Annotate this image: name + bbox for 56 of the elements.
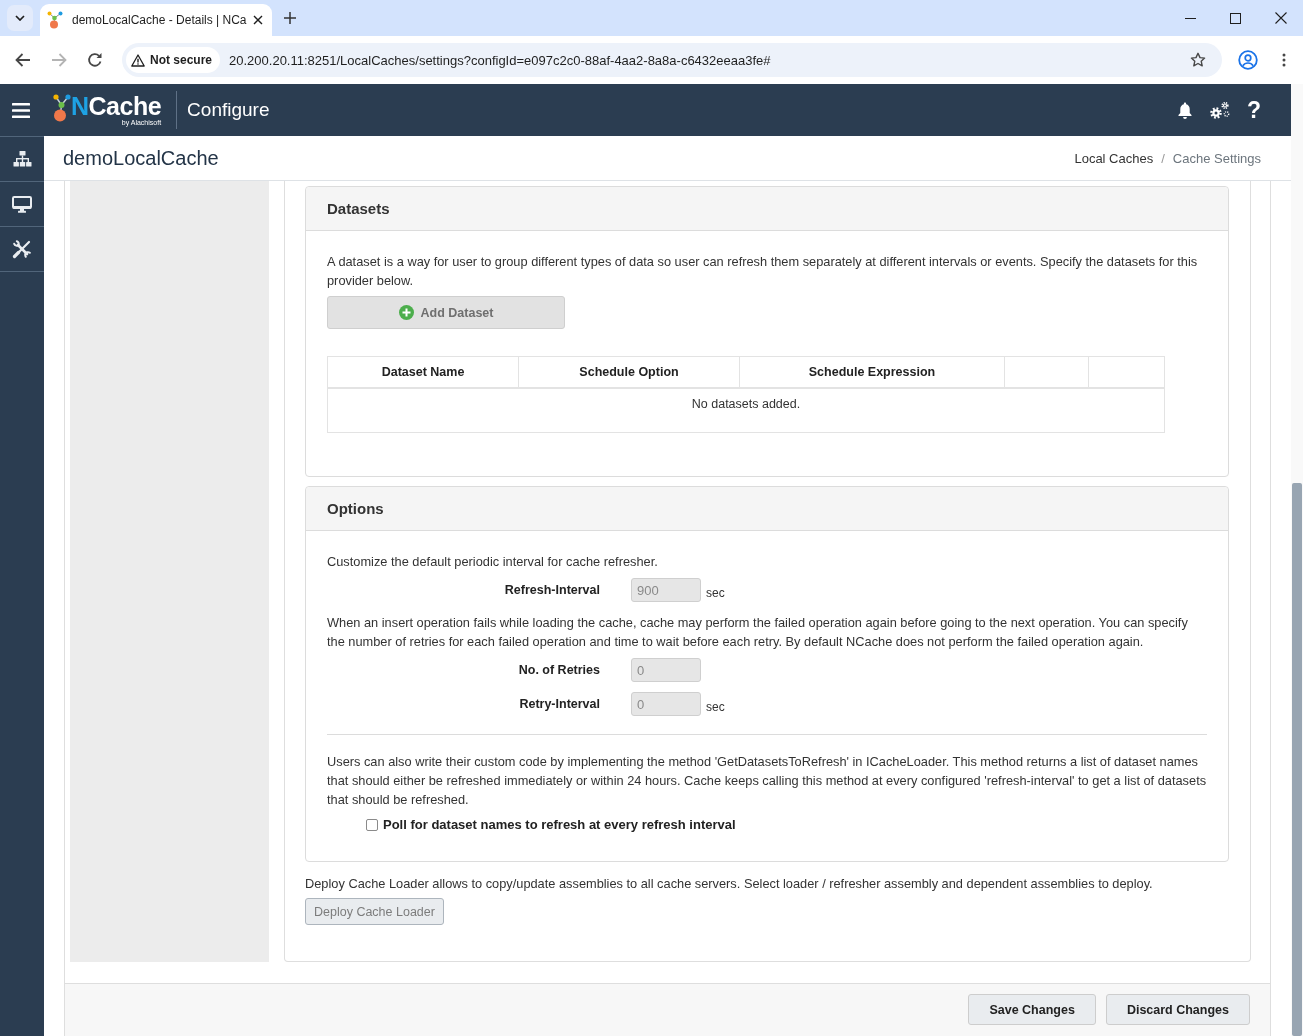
card-header: Options bbox=[306, 487, 1228, 531]
description-text: A dataset is a way for user to group different types of data so user can refresh them separately at different intervals or events. Specify the datasets for this provider below. bbox=[327, 253, 1199, 290]
plus-circle-icon bbox=[398, 305, 414, 320]
add-dataset-button[interactable]: Add Dataset bbox=[327, 296, 565, 329]
browser-tab[interactable]: demoLocalCache - Details | NCa bbox=[40, 4, 272, 36]
warning-icon bbox=[131, 53, 145, 67]
column-header: Dataset Name bbox=[327, 356, 519, 388]
column-header: Schedule Option bbox=[518, 356, 740, 388]
tab-title: demoLocalCache - Details | NCa bbox=[72, 13, 248, 27]
description-text: Deploy Cache Loader allows to copy/update assemblies to all cache servers. Select loader / refresher assembly and dependent assemblies to deploy. bbox=[305, 875, 1154, 893]
network-icon[interactable] bbox=[12, 151, 32, 167]
breadcrumb-link[interactable]: Local Caches bbox=[1074, 150, 1154, 166]
footer-button[interactable]: Discard Changes bbox=[1105, 994, 1250, 1025]
star-icon[interactable] bbox=[1190, 52, 1206, 68]
page-title: demoLocalCache bbox=[63, 146, 219, 170]
section-title: Configure bbox=[187, 99, 270, 121]
tools-icon[interactable] bbox=[12, 239, 32, 259]
close-icon[interactable] bbox=[1274, 12, 1287, 24]
unit-label: sec bbox=[706, 699, 725, 714]
description-text: Users can also write their custom code by implementing the method 'GetDatasetsToRefresh' in ICacheLoader. This method returns a list of dataset names that should either be refreshed immediately or within 24 hours. Cache keeps calling this method at every configured 'refresh-interval' to get a list of datasets that should be refreshed. bbox=[327, 753, 1207, 809]
unit-label: sec bbox=[706, 585, 725, 600]
breadcrumb-current: Cache Settings bbox=[1172, 150, 1261, 166]
gears-icon[interactable] bbox=[1208, 100, 1230, 120]
nodes-icon bbox=[53, 93, 71, 122]
checkbox[interactable] bbox=[366, 818, 378, 831]
field-label: Retry-Interval bbox=[518, 697, 600, 711]
url-text: 20.200.20.11:8251/LocalCaches/settings?configId=e097c2c0-88af-4aa2-8a8a-c6432eeaa3fe# bbox=[229, 52, 771, 68]
description-text: When an insert operation fails while loading the cache, cache may perform the failed operation again before going to the next operation. You can specify the number of retries for each failed operation and time to wait before each retry. By default NCache does not perform the failed operation again. bbox=[327, 614, 1189, 651]
field-label: No. of Retries bbox=[517, 663, 600, 677]
menu-icon[interactable] bbox=[12, 102, 30, 118]
footer-button[interactable]: Save Changes bbox=[968, 994, 1096, 1025]
description-text: Customize the default periodic interval for cache refresher. bbox=[327, 553, 659, 571]
reload-icon[interactable] bbox=[87, 52, 103, 68]
chevron-down-icon bbox=[15, 15, 25, 21]
back-icon[interactable] bbox=[15, 53, 31, 67]
field-label: Refresh-Interval bbox=[503, 583, 600, 597]
checkbox-label: Poll for dataset names to refresh at every refresh interval bbox=[383, 817, 736, 832]
column-header: Schedule Expression bbox=[739, 356, 1005, 388]
close-icon[interactable] bbox=[253, 15, 263, 25]
monitor-icon[interactable] bbox=[12, 195, 32, 213]
minimize-icon[interactable] bbox=[1185, 17, 1196, 19]
more-icon[interactable] bbox=[1282, 53, 1286, 67]
address-bar[interactable]: Not secure 20.200.20.11:8251/LocalCaches/settings?configId=e097c2c0-88af-4aa2-8a8a-c6432eeaa3fe# bbox=[122, 43, 1222, 77]
card-header: Datasets bbox=[306, 187, 1228, 231]
profile-icon[interactable] bbox=[1238, 50, 1258, 70]
nodes-icon bbox=[47, 11, 63, 29]
scrollbar-thumb[interactable] bbox=[1292, 483, 1302, 1036]
breadcrumb-separator: / bbox=[1160, 150, 1166, 166]
logo-text: NCache bbox=[71, 93, 162, 118]
plus-icon[interactable] bbox=[284, 12, 296, 24]
empty-message: No datasets added. bbox=[327, 387, 1165, 433]
security-button[interactable]: Not secure bbox=[126, 47, 221, 73]
tab-search-button[interactable] bbox=[7, 5, 33, 31]
help-button[interactable]: ? bbox=[1246, 98, 1261, 122]
maximize-icon[interactable] bbox=[1230, 12, 1241, 24]
bell-icon[interactable] bbox=[1176, 101, 1193, 119]
